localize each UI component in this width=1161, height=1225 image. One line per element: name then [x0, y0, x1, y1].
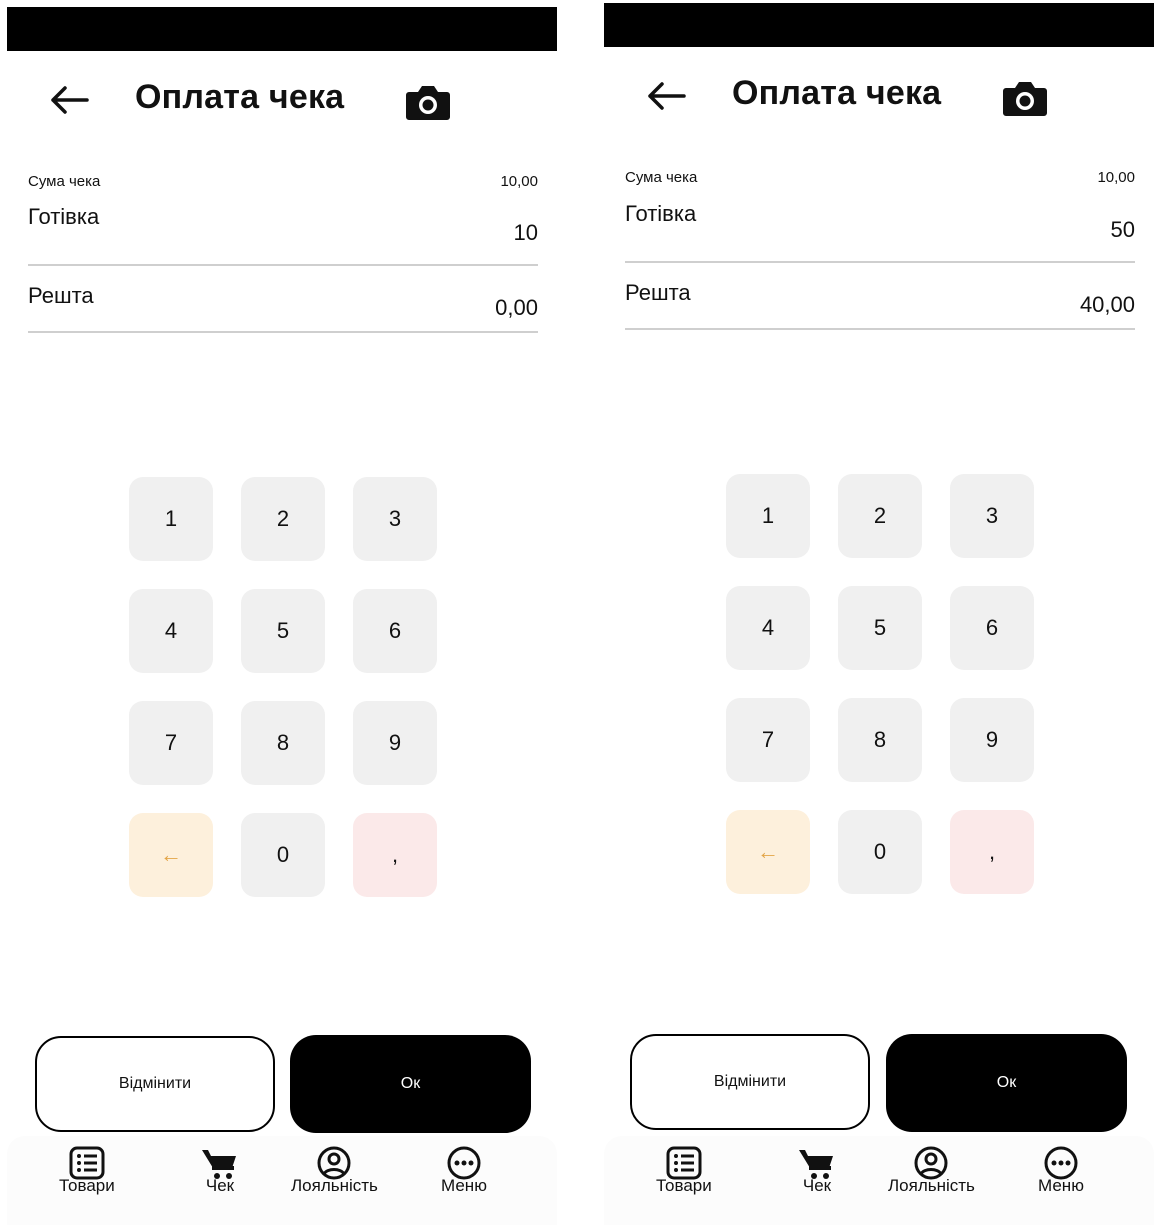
nav-goods[interactable]: Товари	[656, 1146, 712, 1196]
receipt-sum-label: Сума чека	[625, 169, 698, 186]
nav-goods-label: Товари	[656, 1176, 712, 1195]
receipt-sum-value: 10,00	[1097, 169, 1135, 186]
backspace-key[interactable]: ←	[129, 813, 213, 897]
key-9[interactable]: 9	[950, 698, 1034, 782]
key-7[interactable]: 7	[129, 701, 213, 785]
receipt-sum-row: Сума чека 10,00	[28, 173, 538, 193]
payment-screen-before: Оплата чека Сума чека 10,00 Готівка 10 Р…	[7, 0, 557, 1225]
key-1[interactable]: 1	[129, 477, 213, 561]
change-value: 40,00	[1079, 292, 1135, 317]
receipt-sum-label: Сума чека	[28, 173, 101, 190]
key-4[interactable]: 4	[129, 589, 213, 673]
cash-field[interactable]: Готівка 10	[28, 204, 538, 266]
nav-loyalty[interactable]: Лояльність	[888, 1146, 975, 1196]
key-9[interactable]: 9	[353, 701, 437, 785]
change-field: Решта 0,00	[28, 283, 538, 333]
payment-screen-after: Оплата чека Сума чека 10,00 Готівка 50 Р…	[604, 0, 1154, 1225]
change-field: Решта 40,00	[625, 280, 1135, 330]
backspace-key[interactable]: ←	[726, 810, 810, 894]
key-3[interactable]: 3	[353, 477, 437, 561]
header: Оплата чека	[7, 70, 557, 132]
cash-label: Готівка	[625, 201, 697, 226]
cash-field[interactable]: Готівка 50	[625, 201, 1135, 263]
nav-menu-label: Меню	[1038, 1176, 1084, 1195]
key-5[interactable]: 5	[241, 589, 325, 673]
camera-icon[interactable]	[405, 82, 451, 122]
nav-check[interactable]: Чек	[200, 1146, 240, 1196]
key-0[interactable]: 0	[241, 813, 325, 897]
nav-loyalty-label: Лояльність	[888, 1176, 975, 1195]
key-2[interactable]: 2	[241, 477, 325, 561]
arrow-left-icon[interactable]	[642, 74, 690, 118]
nav-menu[interactable]: Меню	[1038, 1146, 1084, 1196]
change-label: Решта	[28, 283, 94, 308]
key-6[interactable]: 6	[950, 586, 1034, 670]
user-circle-icon	[912, 1146, 950, 1180]
key-7[interactable]: 7	[726, 698, 810, 782]
status-bar	[7, 7, 557, 51]
nav-check-label: Чек	[205, 1176, 235, 1195]
nav-menu[interactable]: Меню	[441, 1146, 487, 1196]
receipt-sum-row: Сума чека 10,00	[625, 169, 1135, 189]
key-4[interactable]: 4	[726, 586, 810, 670]
header: Оплата чека	[604, 66, 1154, 128]
key-5[interactable]: 5	[838, 586, 922, 670]
nav-loyalty[interactable]: Лояльність	[291, 1146, 378, 1196]
page-title: Оплата чека	[732, 74, 942, 112]
arrow-left-icon[interactable]	[45, 78, 93, 122]
page-title: Оплата чека	[135, 78, 345, 116]
bottom-navigation: Товари Чек Лояльність Меню	[7, 1136, 557, 1225]
more-circle-icon	[1042, 1146, 1080, 1180]
key-8[interactable]: 8	[241, 701, 325, 785]
cart-icon	[200, 1146, 240, 1180]
user-circle-icon	[315, 1146, 353, 1180]
nav-goods-label: Товари	[59, 1176, 115, 1195]
camera-icon[interactable]	[1002, 78, 1048, 118]
nav-loyalty-label: Лояльність	[291, 1176, 378, 1195]
change-value: 0,00	[495, 295, 538, 320]
key-2[interactable]: 2	[838, 474, 922, 558]
key-3[interactable]: 3	[950, 474, 1034, 558]
cash-value: 50	[1110, 217, 1135, 242]
list-icon	[665, 1146, 703, 1180]
cart-icon	[797, 1146, 837, 1180]
numeric-keypad: 1 2 3 4 5 6 7 8 9 ← 0 ,	[129, 477, 439, 897]
cancel-button[interactable]: Відмінити	[35, 1036, 275, 1132]
comma-key[interactable]: ,	[950, 810, 1034, 894]
nav-check[interactable]: Чек	[797, 1146, 837, 1196]
receipt-sum-value: 10,00	[500, 173, 538, 190]
cancel-button[interactable]: Відмінити	[630, 1034, 870, 1130]
nav-goods[interactable]: Товари	[59, 1146, 115, 1196]
key-6[interactable]: 6	[353, 589, 437, 673]
cash-value: 10	[513, 220, 538, 245]
change-label: Решта	[625, 280, 691, 305]
key-8[interactable]: 8	[838, 698, 922, 782]
bottom-navigation: Товари Чек Лояльність Меню	[604, 1136, 1154, 1225]
numeric-keypad: 1 2 3 4 5 6 7 8 9 ← 0 ,	[726, 474, 1036, 894]
comma-key[interactable]: ,	[353, 813, 437, 897]
list-icon	[68, 1146, 106, 1180]
more-circle-icon	[445, 1146, 483, 1180]
ok-button[interactable]: Ок	[290, 1035, 531, 1133]
key-0[interactable]: 0	[838, 810, 922, 894]
nav-check-label: Чек	[802, 1176, 832, 1195]
key-1[interactable]: 1	[726, 474, 810, 558]
cash-label: Готівка	[28, 204, 100, 229]
status-bar	[604, 3, 1154, 47]
nav-menu-label: Меню	[441, 1176, 487, 1195]
ok-button[interactable]: Ок	[886, 1034, 1127, 1132]
